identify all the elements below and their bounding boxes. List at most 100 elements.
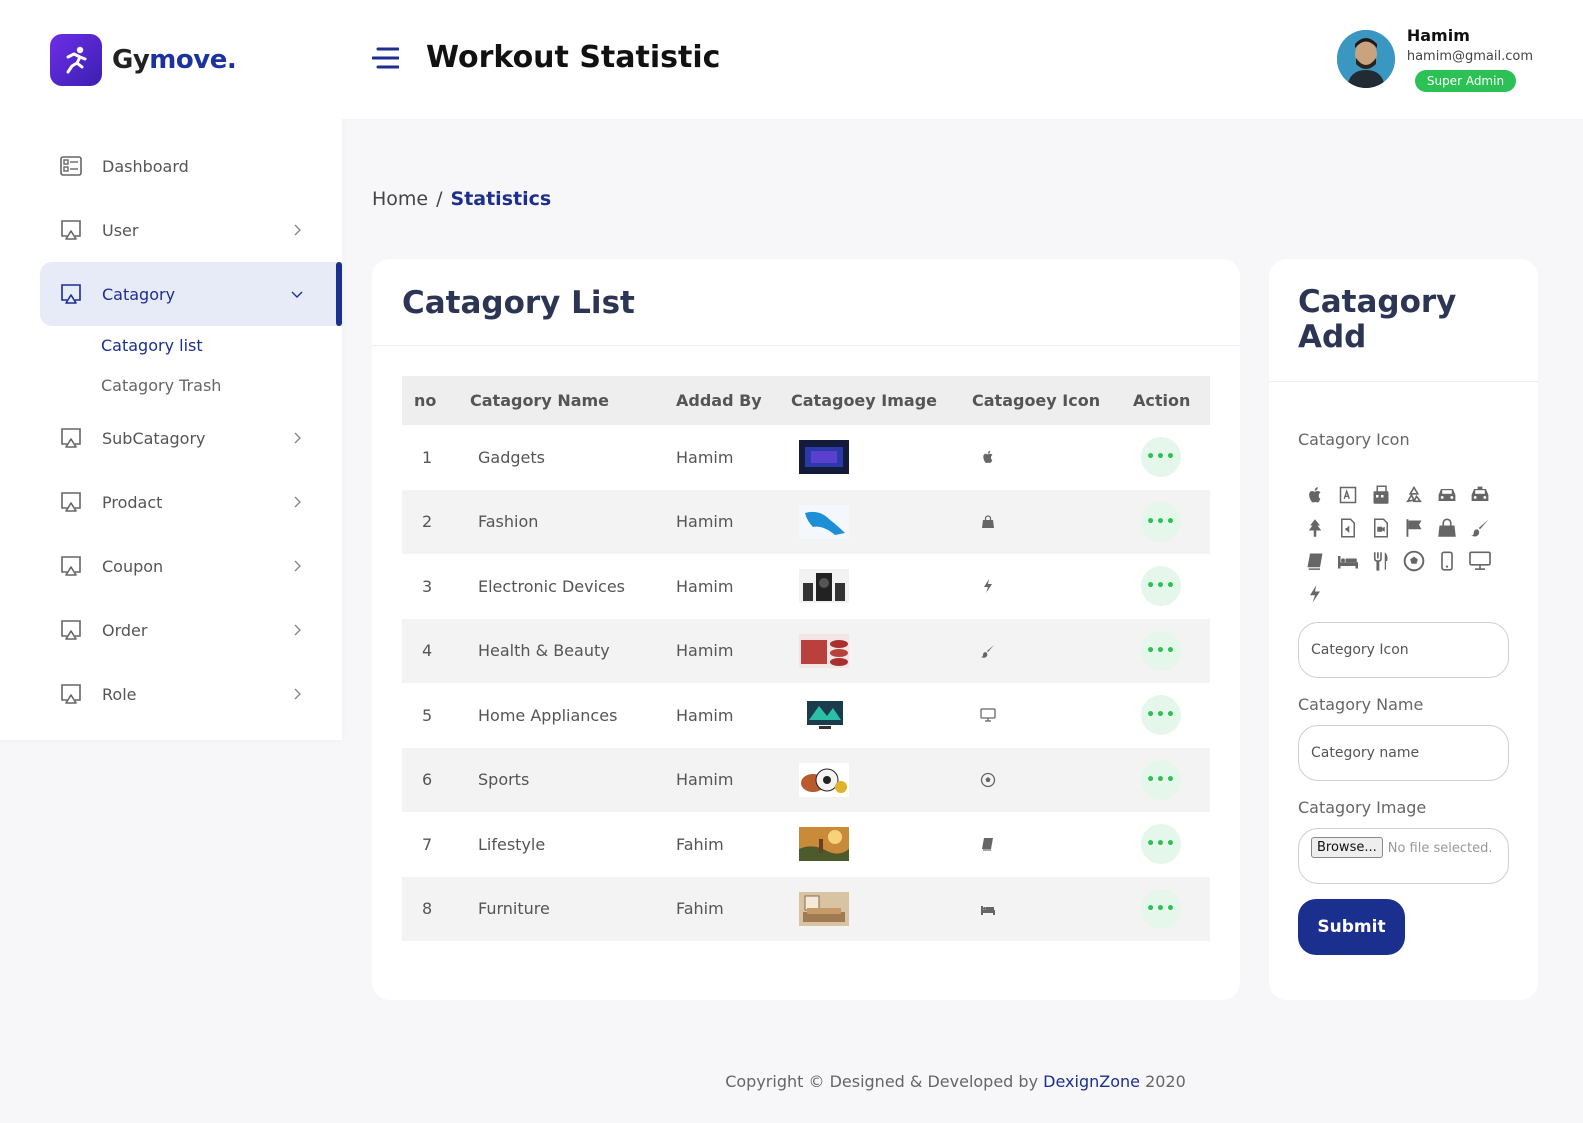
category-image-file-input[interactable]: Browse... No file selected.	[1298, 828, 1509, 884]
footer-brand-link[interactable]: DexignZone	[1043, 1072, 1140, 1091]
sidebar-item-label: Role	[102, 684, 137, 704]
book-icon[interactable]	[1298, 544, 1331, 577]
file-video-icon[interactable]	[1364, 511, 1397, 544]
flag-icon[interactable]	[1397, 511, 1430, 544]
lifestyle-image	[799, 827, 849, 862]
cell-action: •••	[1121, 683, 1210, 748]
footer: Copyright © Designed & Developed by Dexi…	[0, 1072, 1583, 1091]
row-actions-button[interactable]: •••	[1141, 759, 1181, 800]
mobile-icon[interactable]	[1430, 544, 1463, 577]
language-icon[interactable]	[1331, 478, 1364, 511]
cell-image	[779, 748, 960, 813]
hamburger-menu-icon[interactable]	[372, 46, 399, 70]
bed-icon[interactable]	[1331, 544, 1364, 577]
car-icon[interactable]	[1430, 478, 1463, 511]
sidebar-item-user[interactable]: User	[40, 198, 342, 262]
desktop-icon[interactable]	[1463, 544, 1496, 577]
row-actions-button[interactable]: •••	[1141, 566, 1181, 607]
submenu-catagory-list[interactable]: Catagory list	[101, 326, 342, 366]
cell-action: •••	[1121, 490, 1210, 555]
recycle-icon[interactable]	[1397, 478, 1430, 511]
soccer-ball-icon[interactable]	[1397, 544, 1430, 577]
bolt-icon[interactable]	[1298, 577, 1331, 610]
footer-year: 2020	[1145, 1072, 1186, 1091]
column-header-icon[interactable]: Catagoey Icon	[960, 376, 1121, 425]
row-actions-button[interactable]: •••	[1141, 437, 1181, 478]
shopping-bag-icon	[982, 515, 994, 528]
runner-icon	[50, 34, 102, 86]
tree-icon[interactable]	[1298, 511, 1331, 544]
cell-no: 3	[422, 576, 433, 596]
cell-added-by: Fahim	[676, 899, 724, 919]
breadcrumb-home[interactable]: Home	[372, 188, 428, 210]
chevron-right-icon	[294, 224, 301, 236]
sidebar-item-subcatagory[interactable]: SubCatagory	[40, 406, 342, 470]
cell-image	[779, 490, 960, 555]
submenu-catagory-trash[interactable]: Catagory Trash	[101, 366, 342, 406]
submit-button[interactable]: Submit	[1298, 899, 1405, 955]
row-actions-button[interactable]: •••	[1141, 824, 1181, 865]
sidebar-item-label: User	[102, 220, 139, 240]
avatar	[1336, 30, 1395, 88]
cell-icon	[960, 748, 1121, 813]
fax-icon[interactable]	[1364, 478, 1397, 511]
sidebar: Gymove. Dashboard User Catagory Catagory…	[0, 0, 342, 740]
column-header-no[interactable]: no	[402, 376, 458, 425]
cell-added-by: Hamim	[676, 705, 734, 725]
monitor-icon	[60, 555, 82, 577]
user-email: hamim@gmail.com	[1406, 49, 1533, 64]
cell-image	[779, 812, 960, 877]
sidebar-item-order[interactable]: Order	[40, 598, 342, 662]
utensils-icon[interactable]	[1364, 544, 1397, 577]
shopping-bag-icon[interactable]	[1430, 511, 1463, 544]
paint-brush-icon[interactable]	[1463, 511, 1496, 544]
table-row: 4 Health & Beauty Hamim •••	[402, 618, 1210, 684]
sidebar-item-prodact[interactable]: Prodact	[40, 470, 342, 534]
cell-action: •••	[1121, 877, 1210, 942]
dashboard-icon	[60, 155, 82, 177]
row-actions-button[interactable]: •••	[1141, 888, 1181, 929]
sidebar-item-label: SubCatagory	[102, 428, 206, 448]
logo[interactable]: Gymove.	[50, 34, 237, 86]
chevron-right-icon	[294, 432, 301, 444]
cell-action: •••	[1121, 812, 1210, 877]
catagory-table: no Catagory Name Addad By Catagoey Image…	[402, 376, 1210, 941]
column-header-added-by[interactable]: Addad By	[664, 376, 779, 425]
monitor-icon	[60, 619, 82, 641]
table-row: 8 Furniture Fahim •••	[402, 876, 1210, 942]
image-label: Catagory Image	[1298, 798, 1427, 817]
sidebar-item-role[interactable]: Role	[40, 662, 342, 726]
browse-button[interactable]: Browse...	[1311, 837, 1383, 858]
sidebar-item-catagory[interactable]: Catagory	[40, 262, 342, 326]
sidebar-item-label: Order	[102, 620, 148, 640]
row-actions-button[interactable]: •••	[1141, 695, 1181, 736]
monitor-icon	[60, 219, 82, 241]
catagory-submenu: Catagory list Catagory Trash	[40, 326, 342, 406]
cell-icon	[960, 619, 1121, 684]
sidebar-item-coupon[interactable]: Coupon	[40, 534, 342, 598]
category-name-input[interactable]	[1298, 725, 1509, 781]
name-label: Catagory Name	[1298, 695, 1424, 714]
sidebar-item-dashboard[interactable]: Dashboard	[40, 134, 342, 198]
cell-name: Lifestyle	[478, 834, 546, 854]
cell-no: 1	[422, 447, 433, 467]
taxi-icon[interactable]	[1463, 478, 1496, 511]
cell-added-by: Hamim	[676, 641, 734, 661]
health-beauty-image	[799, 633, 849, 668]
column-header-action[interactable]: Action	[1121, 376, 1210, 425]
apple-icon[interactable]	[1298, 478, 1331, 511]
bed-icon	[981, 905, 995, 915]
row-actions-button[interactable]: •••	[1141, 501, 1181, 542]
user-profile[interactable]: Hamim hamim@gmail.com Super Admin	[1336, 26, 1533, 92]
cell-added-by: Hamim	[676, 770, 734, 790]
brand-name: Gymove.	[112, 45, 237, 75]
file-audio-icon[interactable]	[1331, 511, 1364, 544]
monitor-icon	[60, 491, 82, 513]
cell-icon	[960, 425, 1121, 490]
category-icon-input[interactable]	[1298, 622, 1509, 678]
column-header-image[interactable]: Catagoey Image	[779, 376, 960, 425]
column-header-name[interactable]: Catagory Name	[458, 376, 664, 425]
sidebar-item-label: Prodact	[102, 492, 163, 512]
table-row: 6 Sports Hamim •••	[402, 747, 1210, 813]
row-actions-button[interactable]: •••	[1141, 630, 1181, 671]
